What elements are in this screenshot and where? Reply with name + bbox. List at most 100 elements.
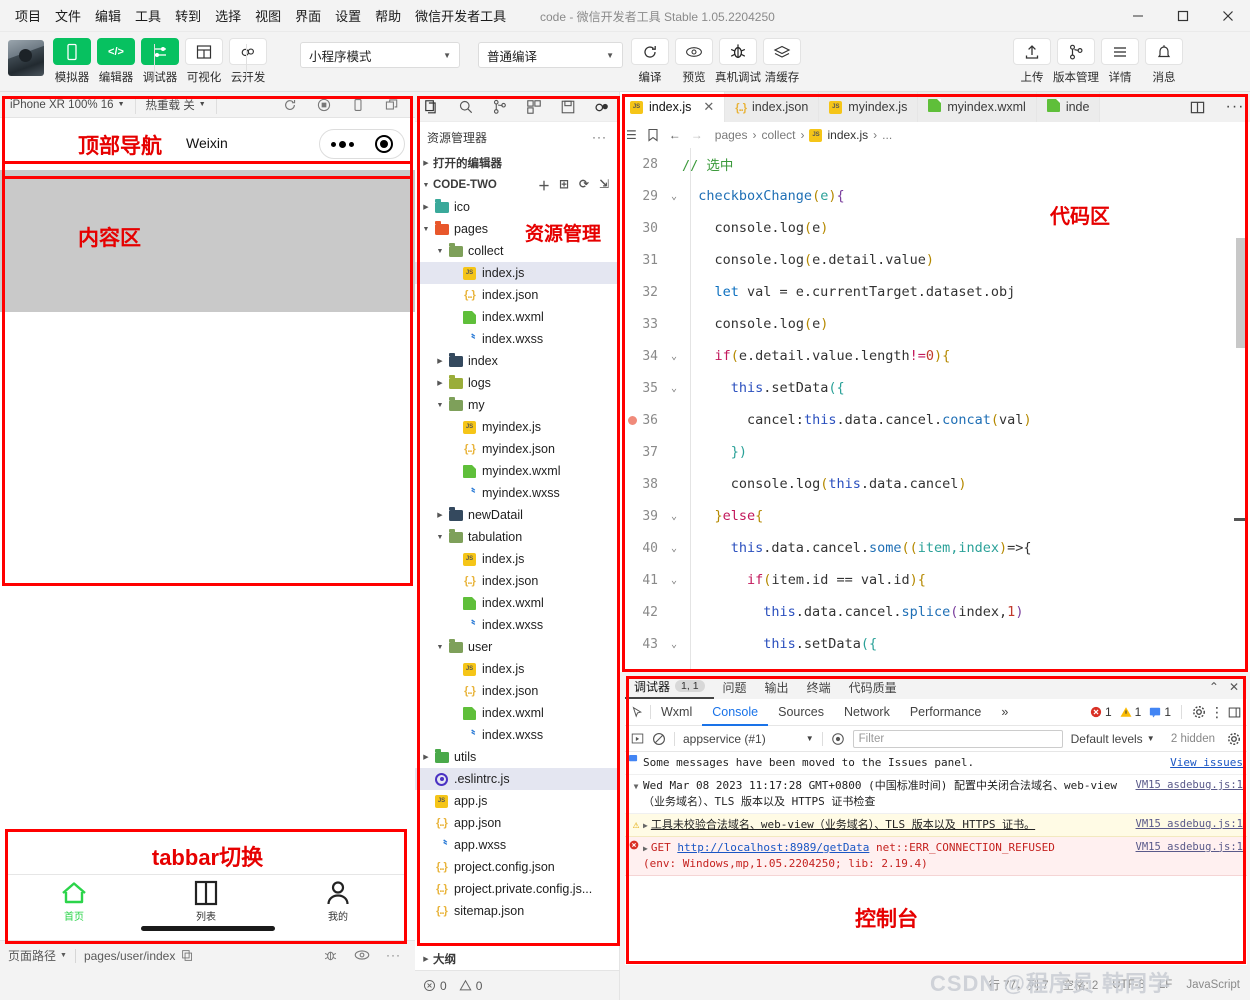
cursor-position[interactable]: 行 77，列 7 xyxy=(988,977,1048,993)
editor-tab-index.js[interactable]: JS index.js ✕ xyxy=(620,92,726,122)
toolbar-button-编辑器[interactable]: </> 编辑器 xyxy=(94,38,138,85)
open-editors-section[interactable]: ▶ 打开的编辑器 xyxy=(415,152,619,174)
toolbar-button-版本管理[interactable]: 版本管理 xyxy=(1053,38,1099,85)
breadcrumb-item[interactable]: index.js xyxy=(827,128,868,142)
collapse-all-icon[interactable]: ⇲ xyxy=(595,177,613,194)
split-editor-icon[interactable] xyxy=(1190,100,1220,115)
tree-file[interactable]: JS index.js xyxy=(415,658,619,680)
tree-file[interactable]: 〝 index.wxss xyxy=(415,614,619,636)
indent-setting[interactable]: 空格: 2 xyxy=(1063,977,1099,993)
breakpoint-marker[interactable] xyxy=(628,416,637,425)
tree-file[interactable]: .eslintrc.js xyxy=(415,768,619,790)
menu-item-8[interactable]: 设置 xyxy=(328,2,368,29)
toolbar-button-清缓存[interactable]: 清缓存 xyxy=(760,38,804,85)
tree-file[interactable]: JS index.js xyxy=(415,262,619,284)
tree-file[interactable]: myindex.wxml xyxy=(415,460,619,482)
tree-file[interactable]: {..} project.private.config.js... xyxy=(415,878,619,900)
back-arrow-icon[interactable]: ← xyxy=(669,128,681,142)
tree-file[interactable]: JS index.js xyxy=(415,548,619,570)
toolbar-button-详情[interactable]: 详情 xyxy=(1098,38,1142,85)
console-expand-arrow[interactable]: ▶ xyxy=(643,844,648,853)
encoding-setting[interactable]: UTF-8 xyxy=(1112,979,1145,991)
code-content[interactable]: 28 // 选中 29 ⌄ checkboxChange(e){30 console.… xyxy=(620,148,1250,672)
fold-chevron-icon[interactable]: ⌄ xyxy=(666,351,682,362)
console-message-source[interactable]: VM15 asdebug.js:1 xyxy=(1136,817,1243,833)
tabbar-item-列表[interactable]: 列表 xyxy=(140,875,272,932)
menu-item-10[interactable]: 微信开发者工具 xyxy=(408,2,513,29)
mode-select[interactable]: 小程序模式 ▼ xyxy=(300,42,460,68)
toolbar-button-预览[interactable]: 预览 xyxy=(672,38,716,85)
files-icon[interactable] xyxy=(415,99,449,115)
fold-chevron-icon[interactable]: ⌄ xyxy=(666,575,682,586)
toolbar-button-编译[interactable]: 编译 xyxy=(628,38,672,85)
page-path-label[interactable]: 页面路径 xyxy=(8,947,56,964)
tree-folder[interactable]: ▶ logs xyxy=(415,372,619,394)
fold-chevron-icon[interactable]: ⌄ xyxy=(666,383,682,394)
language-mode[interactable]: JavaScript xyxy=(1186,979,1240,991)
tree-file[interactable]: {..} project.config.json xyxy=(415,856,619,878)
console-settings-icon[interactable] xyxy=(1227,732,1241,746)
tree-file[interactable]: 〝 index.wxss xyxy=(415,328,619,350)
clear-console-icon[interactable] xyxy=(652,732,666,746)
menu-item-9[interactable]: 帮助 xyxy=(368,2,408,29)
tree-file[interactable]: index.wxml xyxy=(415,306,619,328)
forward-arrow-icon[interactable]: → xyxy=(691,128,703,142)
tree-file[interactable]: {..} index.json xyxy=(415,680,619,702)
more-icon[interactable]: ··· xyxy=(386,948,401,963)
more-icon[interactable]: ··· xyxy=(592,130,607,144)
tree-folder[interactable]: ▼ tabulation xyxy=(415,526,619,548)
editor-tab-index.json[interactable]: {..} index.json xyxy=(725,92,820,122)
toolbar-button-调试器[interactable]: 调试器 xyxy=(138,38,182,85)
warning-badge-icon[interactable]: 1 xyxy=(1120,705,1141,719)
tree-file[interactable]: {..} app.json xyxy=(415,812,619,834)
tree-file[interactable]: 〝 index.wxss xyxy=(415,724,619,746)
console-tab-Wxml[interactable]: Wxml xyxy=(651,699,702,726)
tree-file[interactable]: index.wxml xyxy=(415,592,619,614)
extensions-icon[interactable] xyxy=(517,99,551,115)
tree-folder[interactable]: ▶ newDatail xyxy=(415,504,619,526)
tree-folder[interactable]: ▶ ico xyxy=(415,196,619,218)
maximize-button[interactable] xyxy=(1160,0,1205,32)
tree-file[interactable]: index.wxml xyxy=(415,702,619,724)
tree-folder[interactable]: ▼ user xyxy=(415,636,619,658)
device-select[interactable]: iPhone XR 100% 16 ▼ xyxy=(0,92,135,118)
list-icon[interactable]: ☰ xyxy=(626,128,637,142)
popout-icon[interactable] xyxy=(375,98,409,112)
close-target-icon[interactable] xyxy=(375,135,394,153)
breadcrumb-item[interactable]: ... xyxy=(882,128,892,142)
menu-item-7[interactable]: 界面 xyxy=(288,2,328,29)
close-tab-icon[interactable]: ✕ xyxy=(703,99,714,115)
tabbar-item-首页[interactable]: 首页 xyxy=(8,875,140,932)
toolbar-button-可视化[interactable]: 可视化 xyxy=(182,38,226,85)
live-expression-icon[interactable] xyxy=(831,732,845,746)
more-dots-icon[interactable] xyxy=(330,140,354,148)
warning-icon[interactable]: 0 xyxy=(459,979,482,993)
eye-icon[interactable] xyxy=(354,948,370,963)
toolbar-button-上传[interactable]: 上传 xyxy=(1010,38,1054,85)
tree-file[interactable]: {..} myindex.json xyxy=(415,438,619,460)
fold-chevron-icon[interactable]: ⌄ xyxy=(666,639,682,650)
refresh-icon[interactable] xyxy=(273,98,307,112)
more-icon[interactable]: ··· xyxy=(1220,98,1250,116)
project-root-section[interactable]: ▼ CODE-TWO ＋ ⊞ ⟳ ⇲ xyxy=(415,174,619,196)
compile-select[interactable]: 普通编译 ▼ xyxy=(478,42,623,68)
console-levels-select[interactable]: Default levels ▼ xyxy=(1071,732,1155,746)
tree-file[interactable]: JS myindex.js xyxy=(415,416,619,438)
cloud-icon[interactable] xyxy=(585,99,619,115)
menu-item-2[interactable]: 编辑 xyxy=(88,2,128,29)
copy-icon[interactable] xyxy=(181,949,194,962)
toolbar-button-云开发[interactable]: 云开发 xyxy=(226,38,270,85)
devtools-tab-输出[interactable]: 输出 xyxy=(756,675,798,699)
console-filter-input[interactable]: Filter xyxy=(852,729,1063,748)
devtools-tab-问题[interactable]: 问题 xyxy=(714,675,756,699)
menu-item-6[interactable]: 视图 xyxy=(248,2,288,29)
devtools-overflow[interactable]: » xyxy=(991,699,1018,726)
console-link[interactable]: http://localhost:8989/getData xyxy=(677,841,869,854)
breadcrumb-item[interactable]: pages xyxy=(715,128,748,142)
breadcrumb-item[interactable]: collect xyxy=(761,128,795,142)
tabbar-item-我的[interactable]: 我的 xyxy=(272,875,404,932)
console-expand-arrow[interactable]: ▶ xyxy=(643,821,648,830)
console-message-source[interactable]: VM15 asdebug.js:1 xyxy=(1136,840,1243,872)
console-tab-Network[interactable]: Network xyxy=(834,699,900,726)
new-folder-icon[interactable]: ⊞ xyxy=(555,177,573,194)
